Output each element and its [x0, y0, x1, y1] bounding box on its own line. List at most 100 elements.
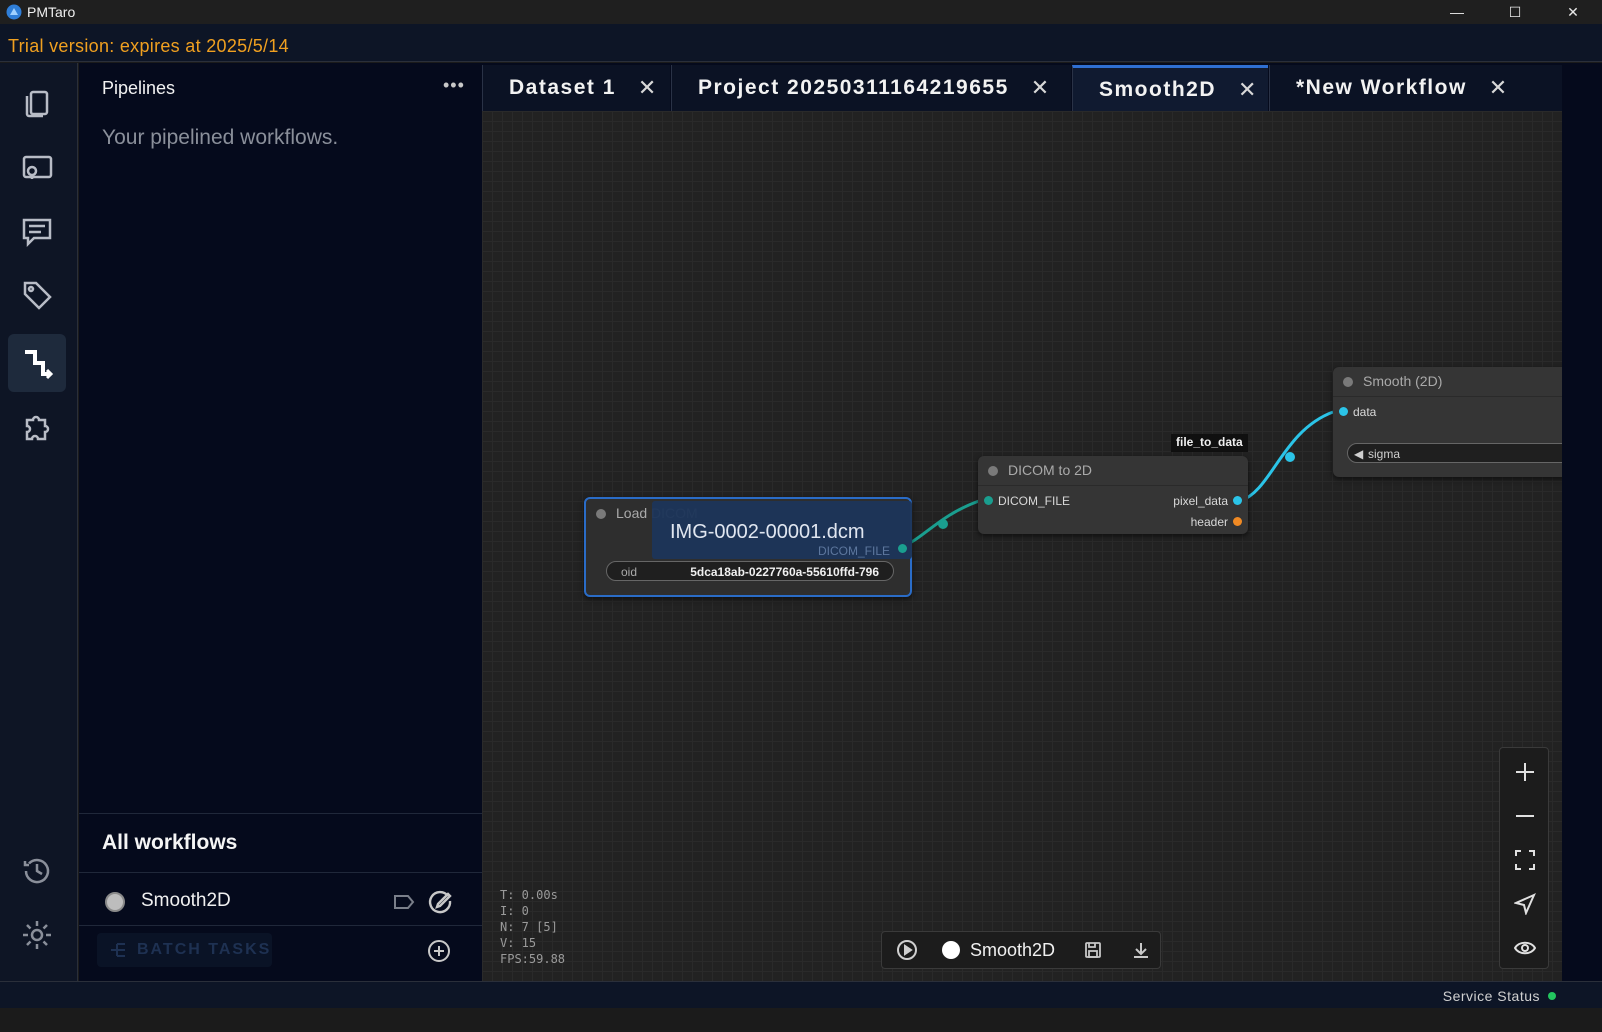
send-icon: [1514, 893, 1536, 915]
stat-nodes: N: 7 [5]: [500, 920, 558, 934]
output-port[interactable]: [1233, 496, 1242, 505]
workflow-radio[interactable]: [105, 892, 125, 912]
nav-viewer[interactable]: [8, 138, 66, 196]
workflow-name: Smooth2D: [141, 890, 231, 911]
nav-rail: [0, 63, 78, 1003]
widget-value: 5dca18ab-0227760a-55610ffd-796: [690, 565, 879, 579]
node-header[interactable]: Smooth (2D): [1333, 367, 1562, 397]
tab-close-button[interactable]: ✕: [1031, 75, 1049, 101]
tab-dataset-1[interactable]: Dataset 1 ✕: [482, 65, 670, 111]
link-midpoint: [938, 519, 948, 529]
stat-fps: FPS:59.88: [500, 952, 566, 966]
widget-label: sigma: [1368, 447, 1401, 461]
chat-icon: [22, 218, 52, 248]
nav-settings[interactable]: [8, 906, 66, 964]
label-icon[interactable]: [392, 890, 416, 914]
more-options-button[interactable]: •••: [443, 75, 465, 96]
nav-pipelines[interactable]: [8, 334, 66, 392]
output-label: DICOM_FILE: [817, 544, 890, 558]
app-title: PMTaro: [27, 4, 76, 20]
batch-tasks-button[interactable]: BATCH TASKS: [97, 933, 272, 967]
canvas-controls: [1499, 747, 1549, 969]
settings-icon: [23, 921, 51, 949]
file-overlay: IMG-0002-00001.dcm DICOM_FILE: [652, 501, 912, 559]
right-edge-panel: [1562, 63, 1602, 1003]
batch-tasks-label: BATCH TASKS: [137, 941, 272, 958]
close-window-button[interactable]: ✕: [1544, 0, 1602, 24]
node-load-dicom[interactable]: Load DICOM IMG-0002-00001.dcm DICOM_FILE…: [584, 497, 912, 597]
node-status-dot: [1343, 377, 1353, 387]
panel-title: Pipelines: [102, 78, 176, 98]
divider: [79, 813, 482, 814]
tab-close-button[interactable]: ✕: [1238, 77, 1256, 103]
stat-iterations: I: 0: [500, 904, 529, 918]
nav-tags[interactable]: [8, 266, 66, 324]
title-bar: PMTaro — ☐ ✕: [0, 0, 1602, 24]
oid-widget[interactable]: oid 5dca18ab-0227760a-55610ffd-796: [606, 561, 894, 581]
nav-files[interactable]: [8, 73, 66, 131]
tab-close-button[interactable]: ✕: [638, 75, 656, 101]
navigate-button[interactable]: [1500, 882, 1550, 926]
zoom-out-button[interactable]: [1500, 794, 1550, 838]
workflow-canvas[interactable]: Load DICOM IMG-0002-00001.dcm DICOM_FILE…: [482, 111, 1562, 1003]
stat-vertices: V: 15: [500, 936, 537, 950]
widget-label: oid: [621, 565, 638, 579]
workflow-list-item[interactable]: Smooth2D: [79, 876, 482, 928]
node-header[interactable]: DICOM to 2D: [978, 456, 1248, 486]
service-status-label: Service Status: [1442, 988, 1540, 1004]
tab-label: *New Workflow: [1296, 76, 1467, 99]
output-label: header: [1190, 515, 1228, 529]
add-workflow-icon[interactable]: [427, 939, 451, 963]
node-smooth-2d[interactable]: Smooth (2D) data ◀ sigma: [1333, 367, 1562, 477]
status-bar: Service Status: [0, 981, 1602, 1008]
batch-icon: [111, 943, 125, 957]
canvas-stats: T: 0.00s I: 0 N: 7 [5] V: 15 FPS:59.88: [500, 887, 565, 967]
save-icon[interactable]: [1083, 940, 1103, 960]
tab-label: Dataset 1: [509, 76, 616, 99]
fit-view-button[interactable]: [1500, 838, 1550, 882]
tab-bar: Dataset 1 ✕ Project 20250311164219655 ✕ …: [482, 63, 1602, 111]
toggle-visibility-button[interactable]: [1500, 926, 1550, 970]
image-viewer-icon: [22, 155, 53, 179]
eye-icon: [1514, 941, 1536, 955]
tab-smooth2d[interactable]: Smooth2D ✕: [1072, 65, 1268, 111]
nav-plugins[interactable]: [8, 398, 66, 456]
output-label: pixel_data: [1173, 494, 1228, 508]
tab-label: Smooth2D: [1099, 77, 1216, 101]
download-icon[interactable]: [1131, 940, 1151, 960]
input-port[interactable]: [984, 496, 993, 505]
nav-chat[interactable]: [8, 202, 66, 260]
nav-history[interactable]: [8, 842, 66, 900]
sigma-widget[interactable]: ◀ sigma: [1347, 443, 1562, 463]
divider: [79, 925, 482, 926]
input-label: DICOM_FILE: [998, 494, 1071, 508]
node-title: DICOM to 2D: [1008, 462, 1093, 478]
decrement-arrow-icon[interactable]: ◀: [1354, 447, 1363, 461]
pipelines-panel: Pipelines ••• Your pipelined workflows. …: [79, 63, 482, 1003]
run-icon[interactable]: [896, 939, 918, 961]
link-title-label: file_to_data: [1171, 434, 1248, 452]
link-midpoint: [1285, 452, 1295, 462]
tab-close-button[interactable]: ✕: [1489, 75, 1507, 101]
maximize-button[interactable]: ☐: [1486, 0, 1544, 24]
input-port[interactable]: [1339, 407, 1348, 416]
node-dicom-to-2d[interactable]: DICOM to 2D DICOM_FILE pixel_data header: [978, 456, 1248, 534]
minimize-button[interactable]: —: [1428, 0, 1486, 24]
tab-new-workflow[interactable]: *New Workflow ✕: [1269, 65, 1562, 111]
node-status-dot: [988, 466, 998, 476]
output-port[interactable]: [1233, 517, 1242, 526]
edit-icon[interactable]: [426, 887, 454, 915]
service-status-indicator: [1548, 992, 1556, 1000]
tab-project[interactable]: Project 20250311164219655 ✕: [671, 65, 1071, 111]
output-port[interactable]: [898, 544, 907, 553]
workflow-name: Smooth2D: [970, 939, 1056, 960]
bottom-strip: [0, 1008, 1602, 1032]
trial-banner: Trial version: expires at 2025/5/14: [0, 24, 1602, 62]
plugin-icon: [25, 415, 50, 441]
input-label: data: [1353, 405, 1377, 419]
zoom-in-button[interactable]: [1500, 750, 1550, 794]
app-logo-icon: [6, 4, 22, 20]
minus-icon: [1516, 815, 1534, 817]
workflow-toolbar: Smooth2D: [881, 931, 1161, 969]
all-workflows-heading: All workflows: [102, 831, 238, 854]
